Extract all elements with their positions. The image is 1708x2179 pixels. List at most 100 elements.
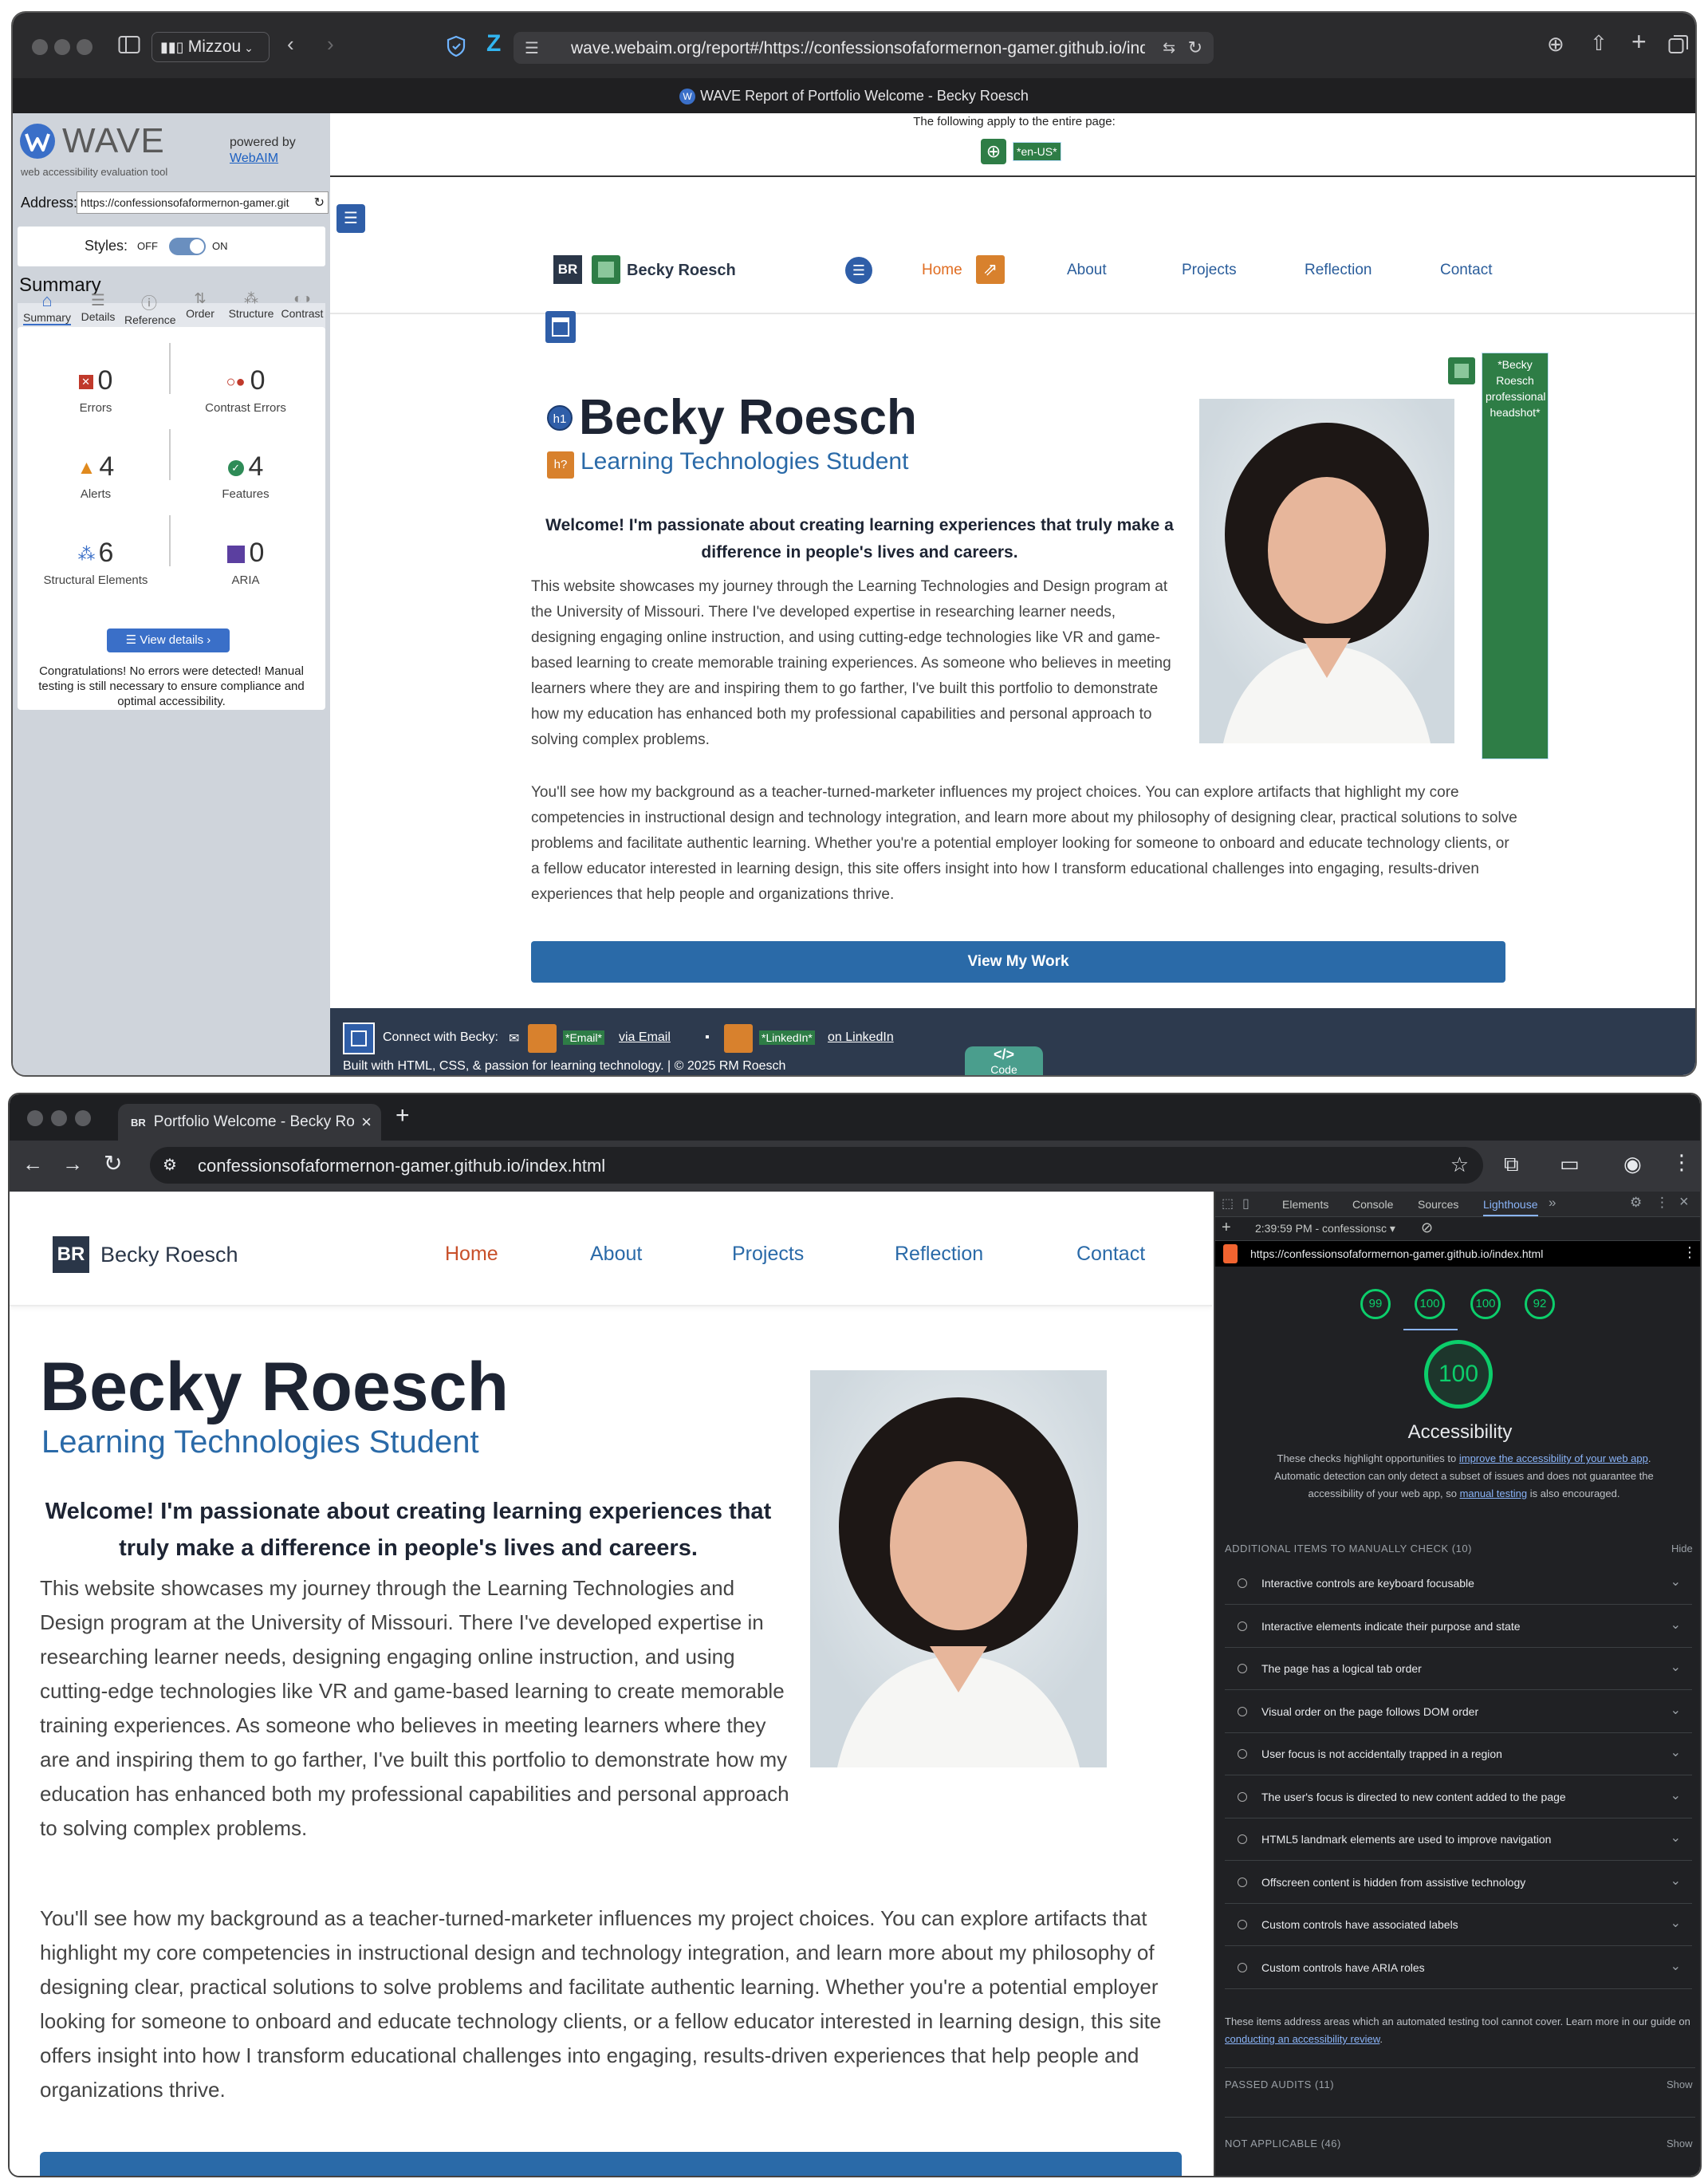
view-my-work-button-partial[interactable]: [40, 2152, 1182, 2176]
wave-nav-reflection[interactable]: Reflection: [1305, 262, 1372, 279]
chevron-down-icon[interactable]: ⌄: [1671, 1958, 1681, 1974]
wave-view-my-work-button[interactable]: View My Work: [531, 941, 1505, 983]
show-na-toggle[interactable]: Show: [1667, 2138, 1693, 2149]
improve-accessibility-link[interactable]: improve the accessibility of your web ap…: [1459, 1452, 1648, 1464]
devtools-menu-icon[interactable]: ⋮: [1655, 1195, 1669, 1211]
safari-tab[interactable]: W WAVE Report of Portfolio Welcome - Beck…: [13, 78, 1695, 113]
chevron-down-icon[interactable]: ⌄: [1671, 1574, 1681, 1590]
menu-kebab-icon[interactable]: ⋮: [1671, 1150, 1692, 1175]
tab-reference[interactable]: ⓘ Reference: [124, 295, 176, 326]
audit-item[interactable]: Custom controls have ARIA roles ⌄: [1225, 1948, 1692, 1989]
page-menu-icon[interactable]: ☰: [525, 38, 539, 59]
audit-item[interactable]: Interactive elements indicate their purp…: [1225, 1606, 1692, 1648]
zoom-window-button[interactable]: [75, 1110, 91, 1126]
h2-alert-badge-icon[interactable]: h?: [547, 451, 574, 479]
chevron-down-icon[interactable]: ⌄: [1671, 1617, 1681, 1633]
site-brand-name[interactable]: Becky Roesch: [100, 1243, 238, 1267]
brand-name[interactable]: Becky Roesch: [627, 262, 736, 280]
manual-testing-link[interactable]: manual testing: [1460, 1487, 1528, 1499]
code-badge[interactable]: </> Code: [965, 1046, 1043, 1075]
nav-home[interactable]: Home: [445, 1243, 498, 1266]
audit-item[interactable]: The page has a logical tab order ⌄: [1225, 1649, 1692, 1690]
aria-stat[interactable]: 0 ARIA: [174, 538, 317, 587]
alert-link-icon[interactable]: ⇗: [976, 255, 1005, 284]
minimize-window-button[interactable]: [51, 1110, 67, 1126]
styles-toggle-switch[interactable]: [169, 238, 206, 255]
alerts-stat[interactable]: ▲ 4 Alerts: [24, 451, 167, 501]
reload-icon[interactable]: ↻: [1188, 37, 1202, 58]
chevron-down-icon[interactable]: ⌄: [1671, 1787, 1681, 1803]
footer-linkedin-link[interactable]: on LinkedIn: [828, 1030, 894, 1045]
wave-nav-home[interactable]: Home: [922, 262, 962, 279]
site-info-icon[interactable]: ⚙: [163, 1155, 177, 1175]
more-tabs-icon[interactable]: »: [1549, 1195, 1556, 1211]
new-report-icon[interactable]: +: [1222, 1219, 1231, 1237]
image-alt-icon[interactable]: [1448, 357, 1475, 384]
tab-structure[interactable]: ⁂ Structure: [226, 290, 276, 320]
tab-lighthouse[interactable]: Lighthouse: [1483, 1198, 1538, 1216]
passed-audits-header[interactable]: PASSED AUDITS (11): [1225, 2079, 1334, 2090]
nav-reflection[interactable]: Reflection: [895, 1243, 983, 1266]
tab-summary[interactable]: ⌂ Summary: [22, 290, 72, 325]
score-seo[interactable]: 92: [1525, 1289, 1555, 1319]
bookmark-star-icon[interactable]: ☆: [1450, 1153, 1469, 1177]
footer-email-link[interactable]: via Email: [619, 1030, 671, 1045]
back-arrow-icon[interactable]: ‹: [287, 33, 294, 54]
footer-region-icon[interactable]: [343, 1023, 375, 1054]
nav-contact[interactable]: Contact: [1076, 1243, 1145, 1266]
close-devtools-icon[interactable]: ×: [1679, 1193, 1689, 1212]
audit-item[interactable]: Offscreen content is hidden from assisti…: [1225, 1862, 1692, 1904]
zoom-window-button[interactable]: [77, 39, 92, 55]
report-selector[interactable]: 2:39:59 PM - confessionsc ▾: [1255, 1222, 1395, 1235]
hide-toggle[interactable]: Hide: [1671, 1543, 1693, 1554]
translate-icon[interactable]: ⇆: [1163, 38, 1175, 59]
tab-elements[interactable]: Elements: [1282, 1198, 1328, 1211]
profile-icon[interactable]: ◉: [1623, 1152, 1642, 1176]
chrome-tab[interactable]: BR Portfolio Welcome - Becky Ro ×: [118, 1104, 381, 1141]
settings-gear-icon[interactable]: ⚙: [1630, 1195, 1642, 1211]
minimize-window-button[interactable]: [54, 39, 70, 55]
extensions-icon[interactable]: ⧉: [1504, 1152, 1519, 1177]
features-stat[interactable]: ✓ 4 Features: [174, 451, 317, 501]
new-tab-icon[interactable]: +: [1631, 29, 1647, 54]
chevron-down-icon[interactable]: ⌄: [1671, 1873, 1681, 1889]
chevron-down-icon[interactable]: ⌄: [1671, 1744, 1681, 1760]
audit-item[interactable]: Interactive controls are keyboard focusa…: [1225, 1563, 1692, 1605]
score-accessibility[interactable]: 100: [1415, 1289, 1445, 1319]
audit-item[interactable]: Visual order on the page follows DOM ord…: [1225, 1692, 1692, 1733]
audit-item[interactable]: Custom controls have associated labels ⌄: [1225, 1905, 1692, 1946]
address-bar[interactable]: ☰ wave.webaim.org/report#/https://confes…: [514, 32, 1214, 64]
inspect-icon[interactable]: ⬚: [1222, 1196, 1234, 1212]
forward-arrow-icon[interactable]: ›: [327, 33, 334, 54]
contrast-errors-stat[interactable]: ○● 0 Contrast Errors: [174, 365, 317, 415]
sidebar-toggle-icon[interactable]: [118, 35, 140, 54]
image-alt-icon[interactable]: [592, 255, 620, 284]
chevron-down-icon[interactable]: ⌄: [1671, 1702, 1681, 1718]
tab-console[interactable]: Console: [1352, 1198, 1393, 1211]
extension-z-icon[interactable]: Z: [486, 32, 501, 56]
wave-nav-projects[interactable]: Projects: [1182, 262, 1237, 279]
tab-details[interactable]: ☰ Details: [73, 292, 123, 323]
audit-item[interactable]: HTML5 landmark elements are used to impr…: [1225, 1819, 1692, 1861]
view-details-button[interactable]: ☰ View details ›: [107, 628, 230, 652]
alert-link-icon[interactable]: [528, 1024, 557, 1053]
brand-logo[interactable]: BR: [553, 255, 582, 284]
nav-projects[interactable]: Projects: [732, 1243, 804, 1266]
close-tab-icon[interactable]: ×: [361, 1112, 372, 1133]
back-arrow-icon[interactable]: ←: [22, 1152, 43, 1176]
tab-contrast[interactable]: ◐◑ Contrast: [277, 290, 327, 320]
clear-icon[interactable]: ⊘: [1421, 1220, 1433, 1236]
report-menu-icon[interactable]: ⋮: [1682, 1244, 1697, 1261]
wave-address-input[interactable]: https://confessionsofaformernon-gamer.gi…: [77, 191, 329, 214]
profile-selector[interactable]: ▮▮▯ Mizzou ⌄: [152, 32, 270, 62]
download-icon[interactable]: ⊕: [1547, 33, 1564, 54]
page-region-icon[interactable]: ☰: [336, 204, 365, 233]
new-tab-icon[interactable]: +: [396, 1102, 410, 1129]
forward-arrow-icon[interactable]: →: [62, 1152, 83, 1176]
tab-overview-icon[interactable]: [1668, 34, 1689, 55]
errors-stat[interactable]: ✕ 0 Errors: [24, 365, 167, 415]
audit-item[interactable]: User focus is not accidentally trapped i…: [1225, 1734, 1692, 1775]
accessibility-review-link[interactable]: conducting an accessibility review: [1225, 2033, 1379, 2045]
reload-icon[interactable]: ↻: [104, 1150, 122, 1176]
close-window-button[interactable]: [27, 1110, 43, 1126]
